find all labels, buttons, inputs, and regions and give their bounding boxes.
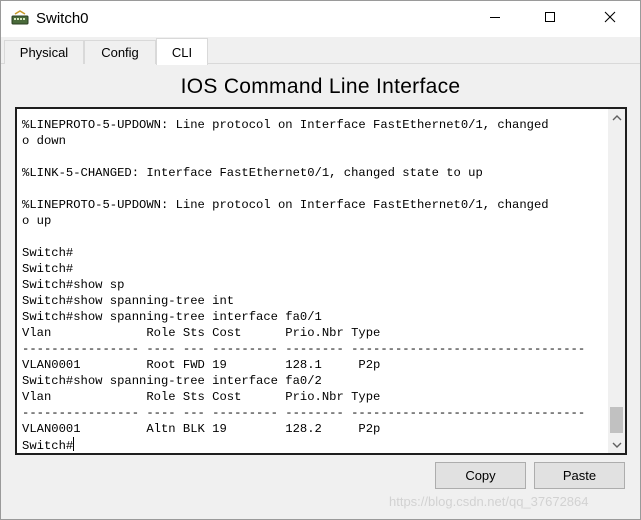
terminal-output[interactable]: %LINEPROTO-5-UPDOWN: Line protocol on In… xyxy=(22,117,606,453)
paste-button[interactable]: Paste xyxy=(534,462,625,489)
terminal-line: VLAN0001 Altn BLK 19 128.2 P2p xyxy=(22,422,381,436)
terminal-line: Switch# xyxy=(22,262,74,276)
terminal-line: Switch#show sp xyxy=(22,278,125,292)
minimize-icon xyxy=(489,10,501,28)
terminal-line: ---------------- ---- --- --------- ----… xyxy=(22,342,586,356)
maximize-button[interactable] xyxy=(527,1,573,37)
title-bar[interactable]: Switch0 xyxy=(1,1,640,37)
terminal-line: %LINEPROTO-5-UPDOWN: Line protocol on In… xyxy=(22,118,549,132)
switch-app-icon xyxy=(11,10,29,28)
cli-window: Switch0 Physical Config CLI IOS Command … xyxy=(0,0,641,520)
page-title: IOS Command Line Interface xyxy=(180,75,461,98)
chevron-up-icon xyxy=(612,109,622,127)
terminal-line: Switch#show spanning-tree int xyxy=(22,294,235,308)
scroll-down-button[interactable] xyxy=(608,436,625,453)
terminal-line: o down xyxy=(22,134,66,148)
copy-button[interactable]: Copy xyxy=(435,462,526,489)
terminal-scrollbar[interactable] xyxy=(608,109,625,453)
terminal-line: o up xyxy=(22,214,52,228)
terminal-line: Switch#show spanning-tree interface fa0/… xyxy=(22,374,322,388)
terminal-line: Switch#show spanning-tree interface fa0/… xyxy=(22,310,322,324)
tab-cli[interactable]: CLI xyxy=(156,38,208,65)
scroll-thumb[interactable] xyxy=(610,407,623,433)
close-button[interactable] xyxy=(587,1,633,37)
tab-bar: Physical Config CLI xyxy=(1,38,640,65)
maximize-icon xyxy=(544,10,556,28)
chevron-down-icon xyxy=(612,436,622,454)
terminal-line: %LINEPROTO-5-UPDOWN: Line protocol on In… xyxy=(22,198,549,212)
tab-physical[interactable]: Physical xyxy=(4,40,84,64)
tab-config[interactable]: Config xyxy=(84,40,156,64)
terminal-line: ---------------- ---- --- --------- ----… xyxy=(22,406,586,420)
terminal-console[interactable]: %LINEPROTO-5-UPDOWN: Line protocol on In… xyxy=(15,107,627,455)
watermark: https://blog.csdn.net/qq_37672864 xyxy=(389,494,589,509)
text-cursor xyxy=(73,437,75,451)
scroll-up-button[interactable] xyxy=(608,109,625,126)
terminal-line: VLAN0001 Root FWD 19 128.1 P2p xyxy=(22,358,381,372)
terminal-line: Vlan Role Sts Cost Prio.Nbr Type xyxy=(22,390,381,404)
window-title: Switch0 xyxy=(36,10,89,27)
close-icon xyxy=(604,10,616,28)
terminal-line: Switch# xyxy=(22,246,74,260)
minimize-button[interactable] xyxy=(472,1,518,37)
terminal-line: Vlan Role Sts Cost Prio.Nbr Type xyxy=(22,326,381,340)
terminal-line: Switch# xyxy=(22,437,75,453)
terminal-line: %LINK-5-CHANGED: Interface FastEthernet0… xyxy=(22,166,483,180)
